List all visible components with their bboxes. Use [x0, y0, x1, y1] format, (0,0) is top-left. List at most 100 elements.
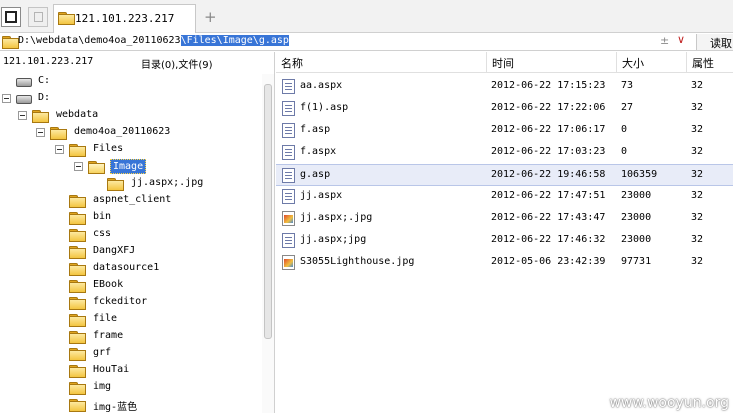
script-file-icon — [282, 123, 295, 138]
directory-tree: C: D: webdata demo4oa_20110623 Files Image jj.… — [0, 74, 262, 413]
folder-icon — [69, 297, 86, 310]
tree-node-label: webdata — [56, 109, 99, 120]
tree-node-label: datasource1 — [93, 262, 160, 273]
address-path: D:\webdata\demo4oa_20110623 — [18, 35, 181, 46]
file-time: 2012-06-22 17:43:47 — [491, 212, 606, 223]
add-tab-button[interactable]: + — [204, 8, 217, 26]
file-name: jj.aspx;.jpg — [300, 212, 373, 223]
folder-icon — [69, 144, 86, 157]
tree-node-label: css — [93, 228, 112, 239]
folder-icon — [32, 110, 49, 123]
file-attr: 32 — [691, 124, 704, 135]
watermark: www.wooyun.org — [609, 395, 729, 411]
tree-node-label: frame — [93, 330, 124, 341]
column-header-time[interactable]: 时间 — [492, 55, 514, 71]
new-window-button[interactable] — [28, 7, 48, 27]
folder-icon — [69, 382, 86, 395]
tab-bar: 121.101.223.217 + — [0, 0, 733, 33]
file-row[interactable]: S3055Lighthouse.jpg 2012-05-06 23:42:39 97… — [276, 252, 733, 274]
script-file-icon — [282, 168, 295, 183]
folder-icon — [50, 127, 67, 140]
file-size: 0 — [621, 146, 628, 157]
document-icon — [282, 145, 295, 160]
collapse-toggle-icon[interactable] — [18, 111, 27, 120]
address-bar: D:\webdata\demo4oa_20110623\Files\Image\… — [0, 33, 733, 51]
file-size: 23000 — [621, 234, 652, 245]
read-button[interactable]: 读取 — [696, 34, 733, 50]
file-row[interactable]: aa.aspx 2012-06-22 17:15:23 73 32 — [276, 76, 733, 98]
file-row[interactable]: jj.aspx;jpg 2012-06-22 17:46:32 23000 32 — [276, 230, 733, 252]
folder-icon — [69, 246, 86, 259]
address-path-selected: \Files\Image\g.asp — [180, 35, 289, 46]
document-icon — [282, 189, 295, 204]
tree-node-label: D: — [38, 92, 51, 103]
collapse-toggle-icon[interactable] — [36, 128, 45, 137]
file-attr: 32 — [691, 169, 704, 180]
chevron-down-icon[interactable]: ∨ — [677, 33, 685, 46]
folder-icon — [69, 212, 86, 225]
folder-icon — [69, 314, 86, 327]
file-time: 2012-06-22 17:03:23 — [491, 146, 606, 157]
collapse-toggle-icon[interactable] — [2, 94, 11, 103]
tree-node-label: DangXFJ — [93, 245, 136, 256]
column-header-size[interactable]: 大小 — [622, 55, 644, 71]
directory-stats: 目录(0),文件(9) — [141, 60, 213, 71]
folder-icon — [69, 229, 86, 242]
tree-scrollbar[interactable] — [262, 74, 274, 413]
file-attr: 32 — [691, 212, 704, 223]
folder-icon — [69, 331, 86, 344]
file-size: 23000 — [621, 212, 652, 223]
file-time: 2012-06-22 19:46:58 — [491, 169, 606, 180]
open-folder-icon — [88, 161, 105, 174]
file-name: jj.aspx — [300, 190, 343, 201]
host-label: 121.101.223.217 — [3, 56, 94, 67]
file-time: 2012-06-22 17:47:51 — [491, 190, 606, 201]
tree-node-label: C: — [38, 75, 51, 86]
file-name: f.asp — [300, 124, 331, 135]
file-name: aa.aspx — [300, 80, 343, 91]
file-size: 73 — [621, 80, 634, 91]
file-row[interactable]: f(1).asp 2012-06-22 17:22:06 27 32 — [276, 98, 733, 120]
folder-icon — [69, 280, 86, 293]
script-file-icon — [282, 101, 295, 116]
directory-pane: 121.101.223.217 目录(0),文件(9) C: D: webdata d… — [0, 52, 275, 413]
file-time: 2012-06-22 17:22:06 — [491, 102, 606, 113]
file-row[interactable]: f.asp 2012-06-22 17:06:17 0 32 — [276, 120, 733, 142]
tree-node-label: fckeditor — [93, 296, 148, 307]
collapse-toggle-icon[interactable] — [74, 162, 83, 171]
folder-icon — [69, 263, 86, 276]
address-input[interactable]: D:\webdata\demo4oa_20110623\Files\Image\… — [18, 35, 289, 46]
file-row[interactable]: f.aspx 2012-06-22 17:03:23 0 32 — [276, 142, 733, 164]
tree-scrollbar-thumb[interactable] — [264, 84, 272, 339]
tree-node-label: HouTai — [93, 364, 130, 375]
file-row[interactable]: jj.aspx 2012-06-22 17:47:51 23000 32 — [276, 186, 733, 208]
file-name: jj.aspx;jpg — [300, 234, 367, 245]
column-header-name[interactable]: 名称 — [281, 55, 303, 71]
collapse-toggle-icon[interactable] — [55, 145, 64, 154]
file-list-header: 名称 时间 大小 属性 — [276, 52, 733, 73]
folder-icon — [107, 178, 124, 191]
drive-icon — [16, 78, 32, 87]
tab-host[interactable]: 121.101.223.217 — [53, 4, 196, 33]
tree-node-label: Image — [110, 159, 147, 174]
file-attr: 32 — [691, 80, 704, 91]
file-size: 97731 — [621, 256, 652, 267]
tree-node-label: img — [93, 381, 112, 392]
script-file-icon — [282, 233, 295, 248]
tree-node-label: grf — [93, 347, 112, 358]
plus-minus-icon[interactable]: ± — [660, 34, 669, 47]
tree-node-label: demo4oa_20110623 — [74, 126, 171, 137]
file-size: 0 — [621, 124, 628, 135]
file-attr: 32 — [691, 234, 704, 245]
column-header-attr[interactable]: 属性 — [692, 55, 714, 71]
file-name: S3055Lighthouse.jpg — [300, 256, 415, 267]
tree-node-label: file — [93, 313, 118, 324]
tree-node-label: Files — [93, 143, 124, 154]
file-size: 27 — [621, 102, 634, 113]
panel-toggle-button[interactable] — [1, 7, 21, 27]
file-row[interactable]: g.asp 2012-06-22 19:46:58 106359 32 — [276, 164, 733, 186]
document-icon — [282, 79, 295, 94]
tree-node-label: EBook — [93, 279, 124, 290]
directory-header: 121.101.223.217 目录(0),文件(9) — [0, 52, 275, 72]
file-row[interactable]: jj.aspx;.jpg 2012-06-22 17:43:47 23000 32 — [276, 208, 733, 230]
